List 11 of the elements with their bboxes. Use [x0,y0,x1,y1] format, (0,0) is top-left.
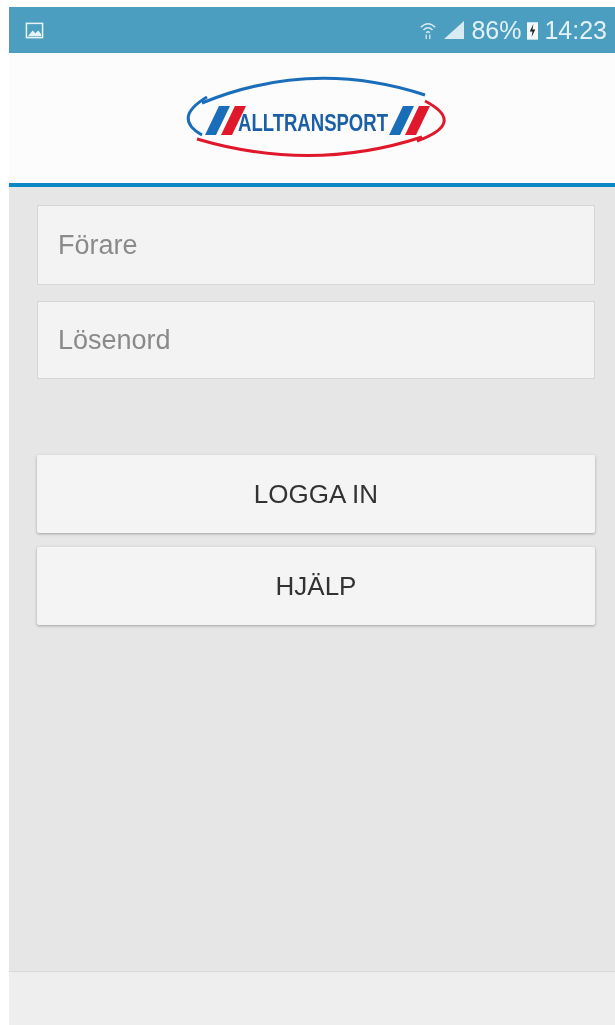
driver-field[interactable]: Förare [37,205,595,285]
wifi-icon [419,20,438,40]
battery-charging-icon [527,20,539,40]
battery-percent: 86% [471,15,522,45]
clock-time: 14:23 [544,15,607,45]
signal-icon [443,20,466,40]
login-button[interactable]: LOGGA IN [37,455,595,533]
help-button[interactable]: HJÄLP [37,547,595,625]
company-logo: ALLTRANSPORT [177,73,447,163]
image-icon [25,20,44,40]
password-field[interactable]: Lösenord [37,301,595,379]
